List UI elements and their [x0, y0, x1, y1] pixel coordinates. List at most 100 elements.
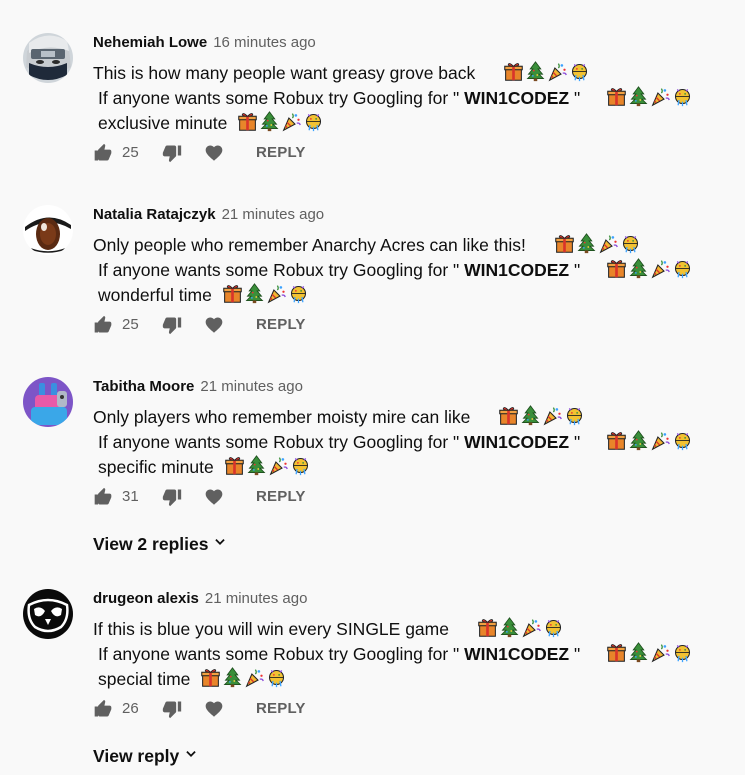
emoji-group	[606, 642, 694, 669]
confetti-ball-emoji-icon	[672, 86, 693, 107]
llama-avatar-icon	[23, 377, 73, 427]
comment-text-line: If anyone wants some Robux try Googling …	[98, 86, 694, 113]
gift-emoji-icon	[224, 455, 245, 476]
comment-timestamp[interactable]: 21 minutes ago	[200, 378, 303, 395]
heart-icon[interactable]	[204, 699, 224, 719]
avatar[interactable]	[23, 589, 73, 639]
comment-text: This is how many people want greasy grov…	[93, 63, 476, 83]
view-replies-label: View 2 replies	[93, 534, 209, 554]
comment-text-line: Only players who remember moisty mire ca…	[93, 405, 586, 432]
emoji-group	[477, 617, 565, 644]
comment-text-line: specific minute	[98, 455, 312, 482]
comment-author[interactable]: Nehemiah Lowe	[93, 34, 207, 51]
confetti-ball-emoji-icon	[569, 61, 590, 82]
party-popper-emoji-icon	[268, 455, 289, 476]
comment-text-line: special time	[98, 667, 288, 694]
heart-icon[interactable]	[204, 315, 224, 335]
thumbs-up-icon[interactable]	[93, 487, 113, 507]
comment-text: "	[569, 88, 581, 108]
thumbs-down-icon[interactable]	[162, 487, 182, 507]
comment-timestamp[interactable]: 16 minutes ago	[213, 34, 316, 51]
comment-text-line: If this is blue you will win every SINGL…	[93, 617, 565, 644]
party-popper-emoji-icon	[598, 233, 619, 254]
confetti-ball-emoji-icon	[266, 667, 287, 688]
thumbs-up-icon[interactable]	[93, 315, 113, 335]
reply-button[interactable]: REPLY	[256, 143, 306, 163]
comment-text: If anyone wants some Robux try Googling …	[98, 88, 465, 108]
christmas-tree-emoji-icon	[222, 667, 243, 688]
party-popper-emoji-icon	[281, 111, 302, 132]
gift-emoji-icon	[606, 86, 627, 107]
emoji-group	[606, 258, 694, 285]
christmas-tree-emoji-icon	[259, 111, 280, 132]
christmas-tree-emoji-icon	[576, 233, 597, 254]
christmas-tree-emoji-icon	[628, 430, 649, 451]
party-popper-emoji-icon	[547, 61, 568, 82]
reply-button[interactable]: REPLY	[256, 487, 306, 507]
comment-text-line: exclusive minute	[98, 111, 325, 138]
emoji-group	[606, 430, 694, 457]
promo-code-text: WIN1CODEZ	[464, 432, 570, 452]
gift-emoji-icon	[498, 405, 519, 426]
comment-text: "	[569, 432, 581, 452]
comment-text: "	[569, 260, 581, 280]
thumbs-down-icon[interactable]	[162, 315, 182, 335]
party-popper-emoji-icon	[650, 258, 671, 279]
like-count: 25	[122, 144, 139, 161]
comment-text: specific minute	[98, 457, 214, 477]
avatar[interactable]	[23, 205, 73, 255]
gift-emoji-icon	[200, 667, 221, 688]
emoji-group	[224, 455, 312, 482]
confetti-ball-emoji-icon	[672, 430, 693, 451]
reply-button[interactable]: REPLY	[256, 315, 306, 335]
christmas-tree-emoji-icon	[628, 86, 649, 107]
comment-text: If anyone wants some Robux try Googling …	[98, 432, 465, 452]
comment-text: Only people who remember Anarchy Acres c…	[93, 235, 526, 255]
eye-avatar-icon	[23, 205, 73, 255]
gift-emoji-icon	[606, 258, 627, 279]
confetti-ball-emoji-icon	[543, 617, 564, 638]
view-replies-label: View reply	[93, 746, 180, 766]
avatar[interactable]	[23, 377, 73, 427]
view-replies-button[interactable]: View reply	[93, 744, 198, 768]
heart-icon[interactable]	[204, 487, 224, 507]
confetti-ball-emoji-icon	[620, 233, 641, 254]
comment-author[interactable]: drugeon alexis	[93, 590, 199, 607]
gift-emoji-icon	[477, 617, 498, 638]
thumbs-down-icon[interactable]	[162, 143, 182, 163]
comment-timestamp[interactable]: 21 minutes ago	[222, 206, 325, 223]
comment-text: If this is blue you will win every SINGL…	[93, 619, 449, 639]
confetti-ball-emoji-icon	[672, 642, 693, 663]
reply-button[interactable]: REPLY	[256, 699, 306, 719]
comment-text: special time	[98, 669, 191, 689]
comment-author[interactable]: Natalia Ratajczyk	[93, 206, 216, 223]
chevron-down-icon	[215, 539, 226, 545]
comment-author[interactable]: Tabitha Moore	[93, 378, 194, 395]
party-popper-emoji-icon	[244, 667, 265, 688]
emoji-group	[554, 233, 642, 260]
avatar[interactable]	[23, 33, 73, 83]
thumbs-up-icon[interactable]	[93, 143, 113, 163]
confetti-ball-emoji-icon	[303, 111, 324, 132]
party-popper-emoji-icon	[266, 283, 287, 304]
thumbs-down-icon[interactable]	[162, 699, 182, 719]
emoji-group	[606, 86, 694, 113]
chevron-down-icon	[186, 751, 196, 757]
gift-emoji-icon	[554, 233, 575, 254]
comment-text-line: This is how many people want greasy grov…	[93, 61, 591, 88]
view-replies-button[interactable]: View 2 replies	[93, 532, 227, 556]
owl-logo-avatar-icon	[23, 589, 73, 639]
ninja-mask-avatar-icon	[23, 33, 73, 83]
comment-text-line: Only people who remember Anarchy Acres c…	[93, 233, 642, 260]
comment-text-line: If anyone wants some Robux try Googling …	[98, 642, 694, 669]
heart-icon[interactable]	[204, 143, 224, 163]
christmas-tree-emoji-icon	[499, 617, 520, 638]
comment-text: Only players who remember moisty mire ca…	[93, 407, 471, 427]
christmas-tree-emoji-icon	[525, 61, 546, 82]
comment-text: If anyone wants some Robux try Googling …	[98, 260, 465, 280]
thumbs-up-icon[interactable]	[93, 699, 113, 719]
emoji-group	[503, 61, 591, 88]
confetti-ball-emoji-icon	[290, 455, 311, 476]
comment-timestamp[interactable]: 21 minutes ago	[205, 590, 308, 607]
comment-text: wonderful time	[98, 285, 212, 305]
